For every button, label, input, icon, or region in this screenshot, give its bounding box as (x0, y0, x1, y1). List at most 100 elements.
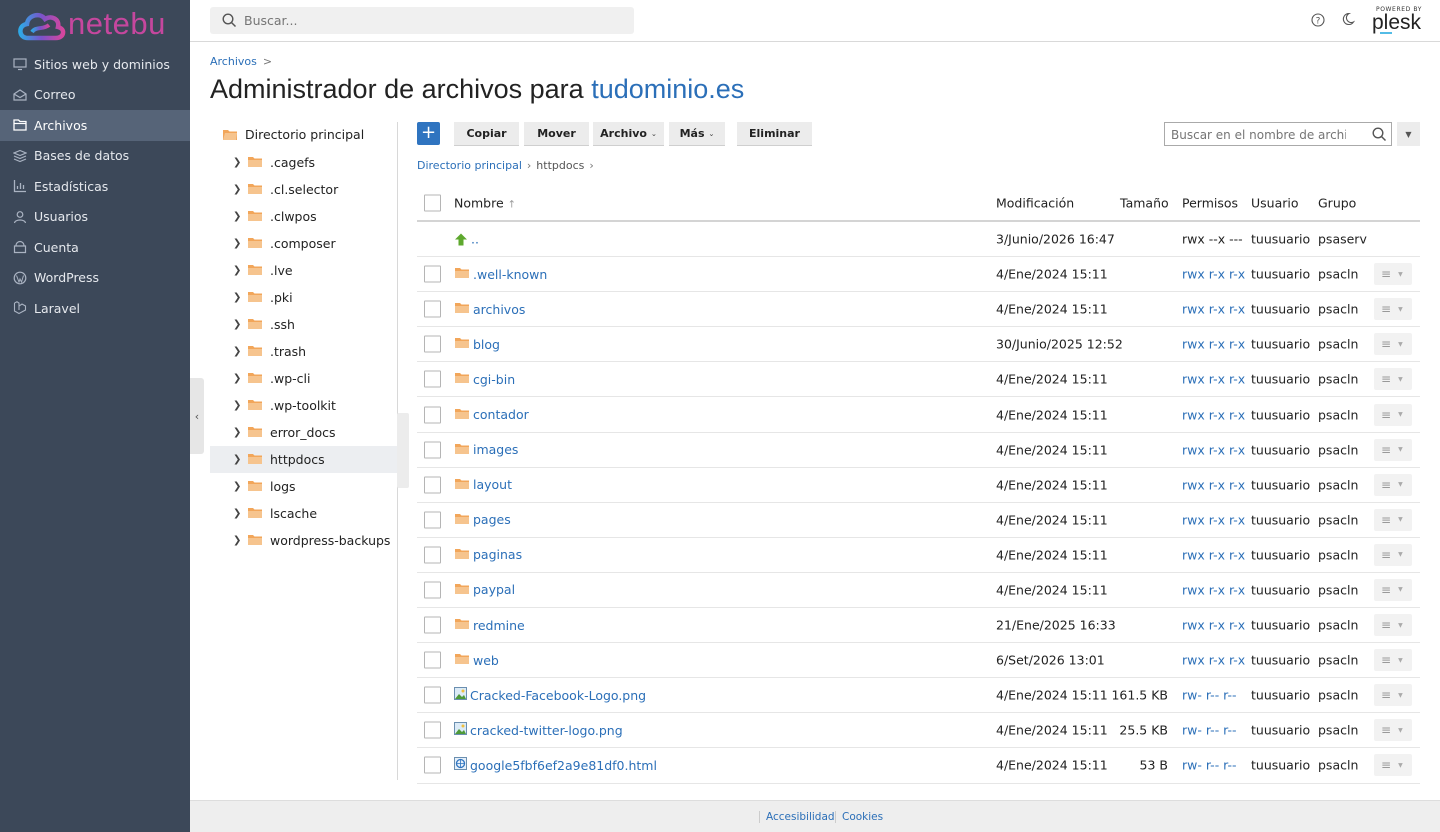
row-actions-menu[interactable]: ≡ ▼ (1374, 649, 1412, 672)
file-name-link[interactable]: layout (473, 477, 512, 492)
row-checkbox[interactable] (424, 511, 441, 529)
table-row[interactable]: cracked-twitter-logo.png 4/Ene/2024 15:11… (417, 713, 1420, 749)
permissions-link[interactable]: rwx r-x r-x (1182, 582, 1245, 597)
chevron-right-icon[interactable]: ❯ (233, 373, 241, 384)
row-checkbox[interactable] (424, 265, 441, 283)
file-name-link[interactable]: cgi-bin (473, 372, 515, 387)
help-icon[interactable]: ? (1311, 13, 1325, 27)
add-button[interactable]: + (417, 122, 440, 145)
chevron-right-icon[interactable]: ❯ (233, 265, 241, 276)
search-input[interactable] (244, 12, 624, 29)
table-row[interactable]: google5fbf6ef2a9e81df0.html 4/Ene/2024 15… (417, 748, 1420, 784)
col-group-header[interactable]: Grupo (1318, 196, 1356, 211)
col-name-header[interactable]: Nombre ↑ (454, 196, 516, 211)
row-actions-menu[interactable]: ≡ ▼ (1374, 508, 1412, 531)
row-checkbox[interactable] (424, 756, 441, 774)
row-actions-menu[interactable]: ≡ ▼ (1374, 403, 1412, 426)
table-row[interactable]: archivos 4/Ene/2024 15:11 rwx r-x r-x tuusu… (417, 292, 1420, 328)
table-row[interactable]: Cracked-Facebook-Logo.png 4/Ene/2024 15:1… (417, 678, 1420, 714)
brand-logo[interactable]: netebu (16, 6, 186, 44)
chevron-right-icon[interactable]: ❯ (233, 184, 241, 195)
page-title-domain[interactable]: tudominio.es (591, 74, 744, 104)
chevron-right-icon[interactable]: ❯ (233, 481, 241, 492)
permissions-link[interactable]: rwx r-x r-x (1182, 337, 1245, 352)
file-name-link[interactable]: Cracked-Facebook-Logo.png (470, 688, 646, 703)
tree-item[interactable]: ❯ lscache (210, 500, 397, 527)
permissions-link[interactable]: rwx r-x r-x (1182, 442, 1245, 457)
file-search[interactable] (1164, 122, 1392, 146)
file-name-link[interactable]: archivos (473, 302, 525, 317)
row-actions-menu[interactable]: ≡ ▼ (1374, 473, 1412, 496)
path-root-link[interactable]: Directorio principal (417, 159, 522, 172)
tree-item[interactable]: ❯ .clwpos (210, 203, 397, 230)
parent-dir-row[interactable]: .. 3/Junio/2026 16:47 rwx --x --- tuusua… (417, 222, 1420, 258)
file-name-link[interactable]: cracked-twitter-logo.png (470, 723, 623, 738)
row-checkbox[interactable] (424, 686, 441, 704)
permissions-link[interactable]: rwx r-x r-x (1182, 372, 1245, 387)
row-checkbox[interactable] (424, 406, 441, 424)
tree-item[interactable]: ❯ httpdocs (210, 446, 397, 473)
table-row[interactable]: contador 4/Ene/2024 15:11 rwx r-x r-x tuusu… (417, 397, 1420, 433)
cookies-link[interactable]: Cookies (835, 811, 883, 823)
sidebar-item-sitios-web-y-dominios[interactable]: Sitios web y dominios (0, 49, 190, 80)
table-row[interactable]: web 6/Set/2026 13:01 rwx r-x r-x tuusuario p… (417, 643, 1420, 679)
tree-item[interactable]: ❯ .pki (210, 284, 397, 311)
sidebar-item-cuenta[interactable]: Cuenta (0, 232, 190, 263)
tree-item[interactable]: ❯ .composer (210, 230, 397, 257)
chevron-right-icon[interactable]: ❯ (233, 427, 241, 438)
move-button[interactable]: Mover (524, 122, 589, 146)
tree-root[interactable]: Directorio principal (222, 127, 364, 142)
permissions-link[interactable]: rwx r-x r-x (1182, 407, 1245, 422)
row-actions-menu[interactable]: ≡ ▼ (1374, 719, 1412, 742)
row-actions-menu[interactable]: ≡ ▼ (1374, 614, 1412, 637)
table-row[interactable]: paginas 4/Ene/2024 15:11 rwx r-x r-x tuusua… (417, 538, 1420, 573)
row-checkbox[interactable] (424, 370, 441, 388)
tree-item[interactable]: ❯ .trash (210, 338, 397, 365)
chevron-right-icon[interactable]: ❯ (233, 454, 241, 465)
sidebar-item-bases-de-datos[interactable]: Bases de datos (0, 141, 190, 172)
tree-item[interactable]: ❯ wordpress-backups (210, 527, 397, 554)
permissions-link[interactable]: rw- r-- r-- (1182, 758, 1237, 773)
file-name-link[interactable]: google5fbf6ef2a9e81df0.html (470, 758, 657, 773)
row-checkbox[interactable] (424, 300, 441, 318)
chevron-right-icon[interactable]: ❯ (233, 535, 241, 546)
global-search[interactable] (210, 7, 634, 34)
tree-item[interactable]: ❯ logs (210, 473, 397, 500)
tree-item[interactable]: ❯ .cl.selector (210, 176, 397, 203)
row-checkbox[interactable] (424, 335, 441, 353)
row-checkbox[interactable] (424, 721, 441, 739)
chevron-right-icon[interactable]: ❯ (233, 211, 241, 222)
file-name-link[interactable]: web (473, 653, 499, 668)
parent-dir-link[interactable]: .. (471, 232, 479, 247)
permissions-link[interactable]: rwx r-x r-x (1182, 512, 1245, 527)
row-checkbox[interactable] (424, 581, 441, 599)
table-row[interactable]: paypal 4/Ene/2024 15:11 rwx r-x r-x tuusuar… (417, 573, 1420, 609)
row-actions-menu[interactable]: ≡ ▼ (1374, 368, 1412, 391)
file-name-link[interactable]: images (473, 442, 518, 457)
accessibility-link[interactable]: Accesibilidad (759, 811, 835, 823)
file-name-link[interactable]: contador (473, 407, 529, 422)
chevron-right-icon[interactable]: ❯ (233, 508, 241, 519)
chevron-right-icon[interactable]: ❯ (233, 157, 241, 168)
chevron-right-icon[interactable]: ❯ (233, 346, 241, 357)
delete-button[interactable]: Eliminar (737, 122, 812, 146)
row-checkbox[interactable] (424, 651, 441, 669)
copy-button[interactable]: Copiar (454, 122, 519, 146)
tree-item[interactable]: ❯ .wp-cli (210, 365, 397, 392)
tree-item[interactable]: ❯ .ssh (210, 311, 397, 338)
tree-item[interactable]: ❯ .cagefs (210, 149, 397, 176)
permissions-link[interactable]: rwx r-x r-x (1182, 477, 1245, 492)
chevron-right-icon[interactable]: ❯ (233, 319, 241, 330)
permissions-link[interactable]: rwx r-x r-x (1182, 653, 1245, 668)
file-menu-button[interactable]: Archivo ⌄ (593, 122, 664, 146)
sidebar-item-usuarios[interactable]: Usuarios (0, 202, 190, 233)
row-checkbox[interactable] (424, 476, 441, 494)
row-checkbox[interactable] (424, 546, 441, 564)
search-options-dropdown[interactable]: ▼ (1397, 122, 1420, 146)
sidebar-item-estad-sticas[interactable]: Estadísticas (0, 171, 190, 202)
file-name-link[interactable]: pages (473, 512, 511, 527)
sidebar-item-laravel[interactable]: Laravel (0, 293, 190, 324)
col-user-header[interactable]: Usuario (1251, 196, 1299, 211)
permissions-link[interactable]: rw- r-- r-- (1182, 688, 1237, 703)
row-checkbox[interactable] (424, 441, 441, 459)
